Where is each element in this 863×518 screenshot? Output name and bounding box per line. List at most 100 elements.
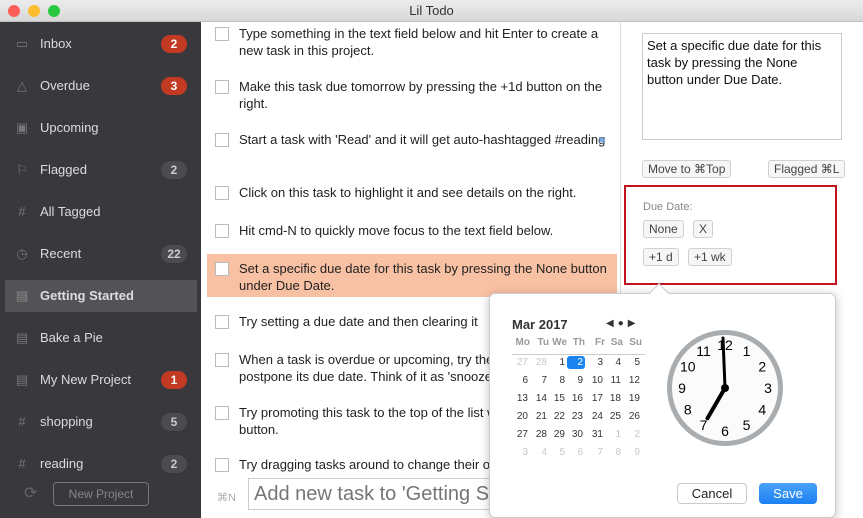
clock-number: 5: [743, 417, 751, 433]
calendar-day[interactable]: 23: [567, 410, 585, 423]
sidebar-item-bake-a-pie[interactable]: ▤ Bake a Pie: [5, 322, 197, 354]
sidebar-item-label: Bake a Pie: [40, 330, 103, 345]
calendar-day[interactable]: 4: [531, 446, 549, 459]
sidebar: # reading 2 # shopping 5 ▤ My New Project 1 ▤ Bake…: [0, 22, 201, 518]
plus-week-button[interactable]: +1 wk: [688, 248, 732, 266]
task-checkbox[interactable]: [215, 262, 229, 276]
calendar-day[interactable]: 28: [531, 428, 549, 441]
task-row[interactable]: Start a task with 'Read' and it will get…: [207, 131, 617, 167]
sync-icon[interactable]: ⟳: [24, 483, 37, 503]
sidebar-item-my-new-project[interactable]: ▤ My New Project 1: [5, 364, 197, 396]
calendar-day[interactable]: 26: [624, 410, 642, 423]
sidebar-item-label: All Tagged: [40, 204, 101, 219]
sidebar-item-upcoming[interactable]: ▣ Upcoming: [5, 112, 197, 144]
close-button[interactable]: [8, 5, 20, 17]
sidebar-item-flagged[interactable]: ⚐ Flagged 2: [5, 154, 197, 186]
calendar-day[interactable]: 24: [587, 410, 605, 423]
calendar-day[interactable]: 15: [549, 392, 567, 405]
calendar-day[interactable]: 9: [624, 446, 642, 459]
calendar-day[interactable]: 27: [512, 428, 530, 441]
calendar-day[interactable]: 11: [605, 374, 623, 387]
sidebar-item-recent[interactable]: ◷ Recent 22: [5, 238, 197, 270]
calendar-day[interactable]: 6: [567, 446, 585, 459]
calendar-day[interactable]: 31: [587, 428, 605, 441]
calendar-day[interactable]: 9: [567, 374, 585, 387]
calendar-day[interactable]: 2: [567, 356, 585, 369]
calendar-day[interactable]: 29: [549, 428, 567, 441]
cancel-button[interactable]: Cancel: [677, 483, 747, 504]
task-checkbox[interactable]: [215, 27, 229, 41]
task-row[interactable]: Click on this task to highlight it and s…: [207, 184, 617, 220]
sidebar-item-label: reading: [40, 456, 84, 471]
calendar-day[interactable]: 16: [567, 392, 585, 405]
sidebar-item-shopping[interactable]: # shopping 5: [5, 406, 197, 438]
task-checkbox[interactable]: [215, 186, 229, 200]
project-icon: ▤: [15, 330, 29, 345]
task-checkbox[interactable]: [215, 458, 229, 472]
sidebar-item-overdue[interactable]: △ Overdue 3: [5, 70, 197, 102]
flag-icon[interactable]: ⚑: [597, 134, 607, 151]
calendar-day[interactable]: 1: [605, 428, 623, 441]
clock-face[interactable]: 12 1234567891011: [664, 327, 786, 449]
notes-textarea[interactable]: Set a specific due date for this task by…: [642, 33, 842, 140]
calendar-day[interactable]: 7: [531, 374, 549, 387]
calendar-day[interactable]: 3: [512, 446, 530, 459]
calendar-day[interactable]: 5: [549, 446, 567, 459]
calendar-day[interactable]: 19: [624, 392, 642, 405]
task-checkbox[interactable]: [215, 80, 229, 94]
calendar-day[interactable]: 7: [587, 446, 605, 459]
sidebar-item-all-tagged[interactable]: # All Tagged: [5, 196, 197, 228]
plus-day-button[interactable]: +1 d: [643, 248, 679, 266]
calendar-day[interactable]: 3: [587, 356, 605, 369]
calendar-day[interactable]: 10: [587, 374, 605, 387]
calendar-day[interactable]: 25: [605, 410, 623, 423]
minimize-button[interactable]: [28, 5, 40, 17]
calendar-day[interactable]: 18: [605, 392, 623, 405]
calendar-day[interactable]: 8: [549, 374, 567, 387]
calendar-day[interactable]: 17: [587, 392, 605, 405]
calendar-day[interactable]: 22: [549, 410, 567, 423]
count-badge: 2: [161, 161, 187, 179]
calendar-day[interactable]: 6: [512, 374, 530, 387]
task-row[interactable]: Set a specific due date for this task by…: [207, 254, 617, 297]
task-checkbox[interactable]: [215, 353, 229, 367]
task-text: Hit cmd-N to quickly move focus to the t…: [239, 223, 554, 238]
calendar-day[interactable]: 14: [531, 392, 549, 405]
task-checkbox[interactable]: [215, 406, 229, 420]
calendar-day[interactable]: 2: [624, 428, 642, 441]
calendar-day[interactable]: 12: [624, 374, 642, 387]
weekday-label: Th: [572, 337, 585, 348]
task-row[interactable]: Make this task due tomorrow by pressing …: [207, 78, 617, 114]
task-checkbox[interactable]: [215, 133, 229, 147]
sidebar-item-inbox[interactable]: ▭ Inbox 2: [5, 28, 197, 60]
calendar-day[interactable]: 1: [549, 356, 567, 369]
calendar-day[interactable]: 28: [531, 356, 549, 369]
calendar-day[interactable]: 5: [624, 356, 642, 369]
due-none-button[interactable]: None: [643, 220, 684, 238]
calendar-day[interactable]: 21: [531, 410, 549, 423]
prev-month-icon[interactable]: ◀: [606, 318, 618, 329]
due-clear-button[interactable]: X: [693, 220, 714, 238]
new-project-button[interactable]: New Project: [53, 482, 149, 506]
task-row[interactable]: Hit cmd-N to quickly move focus to the t…: [207, 222, 617, 258]
calendar-day[interactable]: 13: [512, 392, 530, 405]
calendar-day[interactable]: 20: [512, 410, 530, 423]
calendar-day[interactable]: 30: [567, 428, 585, 441]
zoom-button[interactable]: [48, 5, 60, 17]
move-to-top-button[interactable]: Move to ⌘Top: [642, 160, 732, 178]
next-month-icon[interactable]: ▶: [628, 318, 640, 329]
count-badge: 22: [161, 245, 187, 263]
task-checkbox[interactable]: [215, 315, 229, 329]
today-icon[interactable]: ●: [618, 318, 628, 329]
calendar-day[interactable]: 27: [512, 356, 530, 369]
save-button[interactable]: Save: [759, 483, 817, 504]
task-checkbox[interactable]: [215, 224, 229, 238]
clock-number: 2: [758, 359, 766, 375]
calendar-day[interactable]: 4: [605, 356, 623, 369]
sidebar-item-getting-started[interactable]: ▤ Getting Started: [5, 280, 197, 312]
calendar-day[interactable]: 8: [605, 446, 623, 459]
task-row[interactable]: Type something in the text field below a…: [207, 25, 617, 61]
due-date-label: Due Date:: [643, 201, 693, 213]
task-text: Start a task with 'Read' and it will get…: [239, 132, 606, 147]
flagged-button[interactable]: Flagged ⌘L: [768, 160, 846, 178]
